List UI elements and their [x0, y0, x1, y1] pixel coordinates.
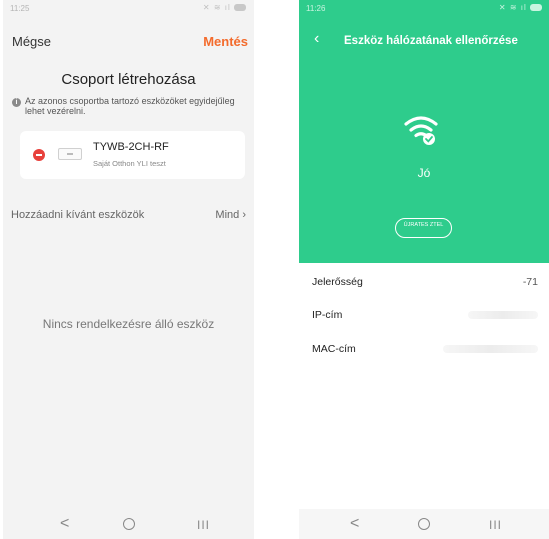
- wifi-check-icon: [404, 116, 438, 145]
- device-name: TYWB-2CH-RF: [93, 141, 169, 153]
- mac-label: MAC-cím: [312, 343, 356, 355]
- back-arrow-icon[interactable]: ‹: [314, 30, 319, 48]
- create-group-screen: 11:25 ✕ ≋ ıl Mégse Mentés Csoport létreh…: [3, 0, 254, 539]
- all-label: Mind: [215, 209, 240, 221]
- save-button[interactable]: Mentés: [203, 34, 248, 49]
- info-text: Az azonos csoportba tartozó eszközöket e…: [25, 96, 235, 116]
- mac-value-redacted: [443, 345, 538, 353]
- nav-back-button[interactable]: <: [350, 515, 359, 533]
- screenshot-stage: 11:25 ✕ ≋ ıl Mégse Mentés Csoport létreh…: [0, 0, 549, 539]
- battery-icon: [234, 4, 246, 11]
- page-title: Csoport létrehozása: [61, 71, 196, 88]
- signal-strength-label: Jelerősség: [312, 276, 363, 288]
- empty-state-text: Nincs rendelkezésre álló eszköz: [42, 317, 215, 331]
- nav-recents-button[interactable]: III: [197, 518, 210, 532]
- status-icons: ✕ ≋ ıl: [203, 3, 246, 12]
- signal-strength-row: Jelerősség -71: [312, 276, 538, 288]
- signal-hero: 11:26 ✕ ≋ ıl ‹ Eszköz hálózatának ellenő…: [299, 0, 549, 263]
- page-title: Eszköz hálózatának ellenőrzése: [344, 35, 518, 47]
- ip-row: IP-cím: [312, 309, 538, 321]
- cancel-button[interactable]: Mégse: [12, 34, 51, 49]
- chevron-right-icon: ›: [242, 209, 246, 221]
- remove-icon[interactable]: [33, 149, 45, 161]
- status-time: 11:26: [306, 4, 326, 13]
- network-check-screen: 11:26 ✕ ≋ ıl ‹ Eszköz hálózatának ellenő…: [299, 0, 549, 539]
- add-devices-label: Hozzáadni kívánt eszközök: [11, 209, 145, 221]
- ip-value-redacted: [468, 311, 538, 319]
- nav-recents-button[interactable]: III: [489, 518, 502, 532]
- status-icons: ✕ ≋ ıl: [499, 3, 542, 12]
- device-card[interactable]: TYWB-2CH-RF Saját Otthon YLI teszt: [20, 131, 245, 179]
- battery-icon: [530, 4, 542, 11]
- device-location: Saját Otthon YLI teszt: [93, 159, 166, 168]
- device-thumbnail: [58, 148, 82, 160]
- all-devices-link[interactable]: Mind ›: [215, 209, 246, 221]
- ip-label: IP-cím: [312, 309, 343, 321]
- status-time: 11:25: [10, 4, 30, 13]
- info-icon: i: [12, 98, 21, 107]
- mac-row: MAC-cím: [312, 343, 538, 355]
- retest-button[interactable]: ÚJRATES ZTEL: [395, 218, 452, 238]
- nav-back-button[interactable]: <: [60, 515, 69, 533]
- nav-home-button[interactable]: [123, 518, 135, 530]
- status-bar: 11:25 ✕ ≋ ıl: [3, 0, 254, 16]
- status-bar: 11:26 ✕ ≋ ıl: [299, 0, 549, 16]
- nav-home-button[interactable]: [418, 518, 430, 530]
- system-nav-bar: < III: [3, 509, 254, 539]
- signal-strength-value: -71: [522, 276, 538, 288]
- signal-quality: Jó: [417, 166, 431, 180]
- system-nav-bar: < III: [299, 509, 549, 539]
